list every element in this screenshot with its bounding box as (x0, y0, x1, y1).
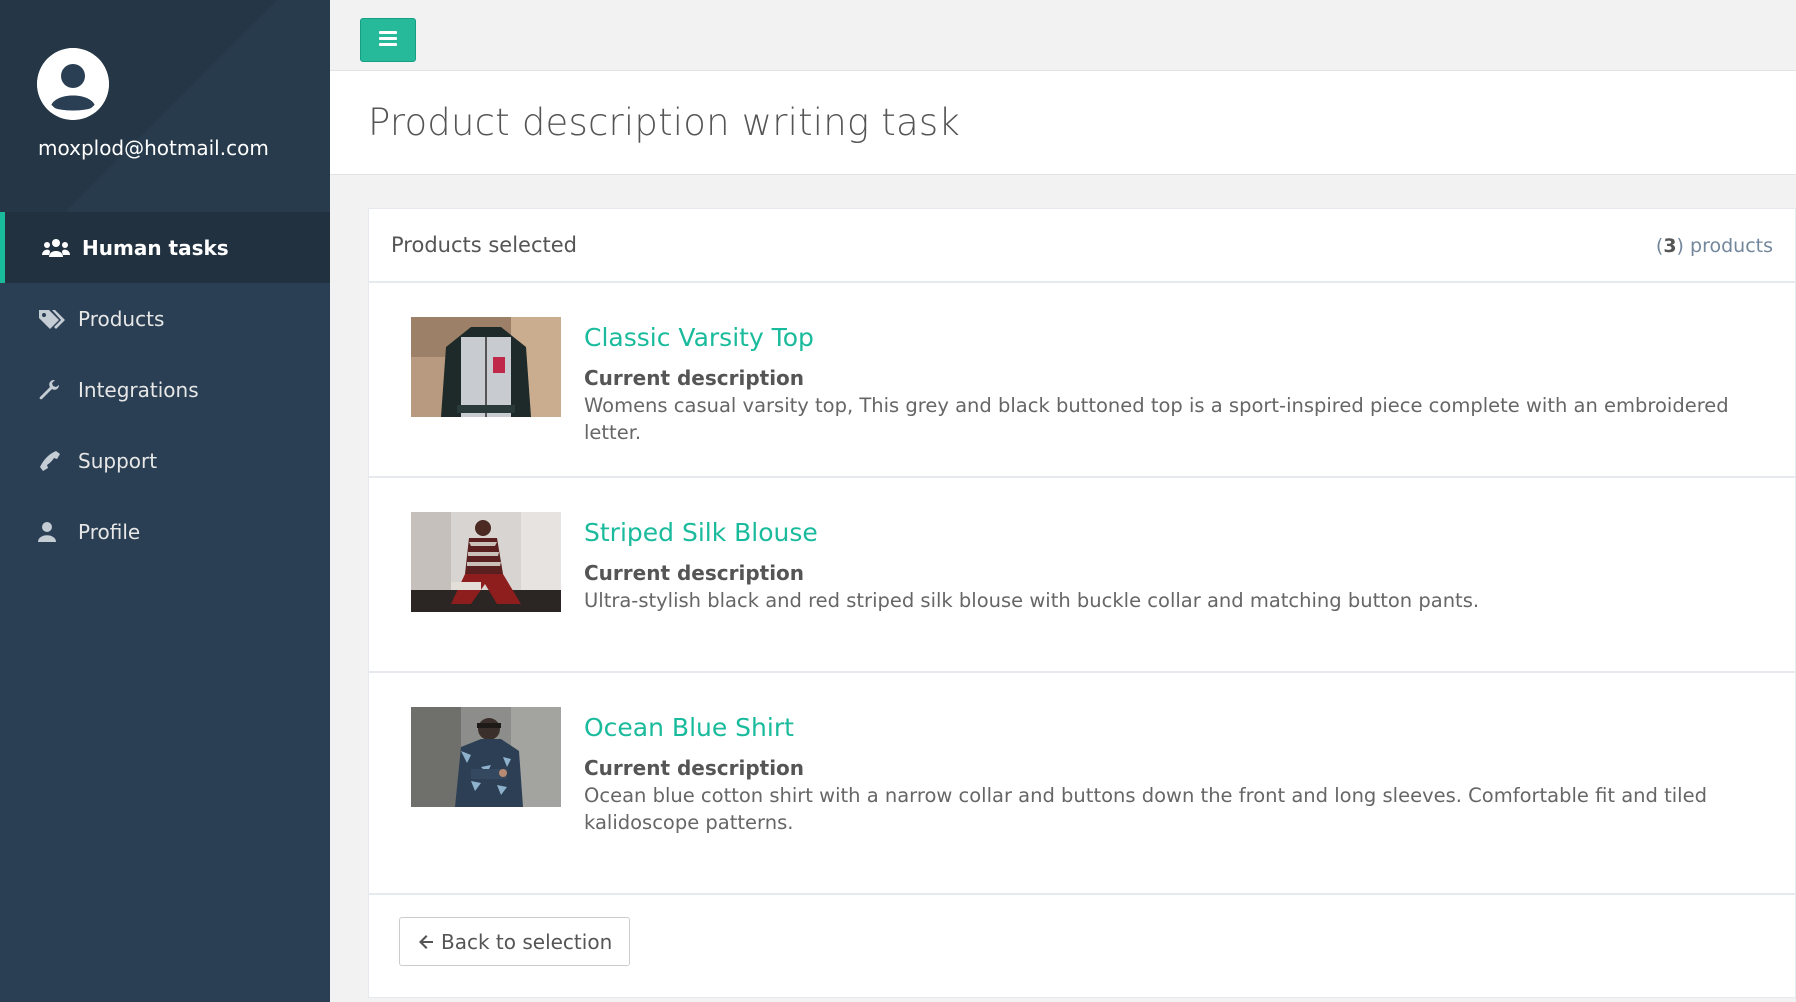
product-image[interactable] (411, 317, 561, 417)
user-avatar-icon (37, 48, 109, 120)
product-image[interactable] (411, 707, 561, 807)
users-icon (42, 236, 72, 260)
product-count: (3) products (1655, 235, 1773, 257)
top-nav (330, 0, 1796, 71)
product-image[interactable] (411, 512, 561, 612)
description-label: Current description (584, 366, 805, 390)
sidebar-item-profile[interactable]: Profile (0, 496, 330, 567)
product-item: Ocean Blue Shirt Current description Oce… (369, 673, 1795, 895)
product-count-suffix: products (1683, 235, 1773, 257)
sidebar-nav: Human tasks Products Integrations Suppor… (0, 212, 330, 567)
sidebar-item-label: Products (78, 306, 165, 331)
panel-footer: Back to selection (369, 895, 1795, 997)
description-label: Current description (584, 756, 805, 780)
page-header: Product description writing task (330, 71, 1796, 175)
sidebar-item-label: Support (78, 448, 158, 473)
user-email: moxplod@hotmail.com (38, 136, 269, 160)
sidebar: moxplod@hotmail.com Human tasks Products… (0, 0, 330, 1002)
panel-title: Products selected (391, 233, 577, 257)
tags-icon (38, 307, 68, 331)
panel-header: Products selected (3) products (369, 209, 1795, 283)
phone-icon (38, 449, 68, 473)
product-name-link[interactable]: Striped Silk Blouse (584, 518, 1755, 547)
product-description: Ultra-stylish black and red striped silk… (584, 589, 1480, 612)
product-item: Classic Varsity Top Current description … (369, 283, 1795, 478)
arrow-left-icon (417, 933, 435, 951)
avatar[interactable] (37, 48, 109, 120)
product-item: Striped Silk Blouse Current description … (369, 478, 1795, 673)
sidebar-item-support[interactable]: Support (0, 425, 330, 496)
product-details: Striped Silk Blouse Current description … (584, 518, 1755, 614)
page-title: Product description writing task (368, 101, 960, 144)
sidebar-item-integrations[interactable]: Integrations (0, 354, 330, 425)
back-button-label: Back to selection (441, 929, 613, 954)
user-icon (38, 520, 68, 544)
product-count-number: 3 (1663, 235, 1677, 257)
product-name-link[interactable]: Classic Varsity Top (584, 323, 1755, 352)
menu-toggle-button[interactable] (360, 18, 416, 62)
sidebar-item-label: Integrations (78, 377, 199, 402)
back-to-selection-button[interactable]: Back to selection (399, 917, 631, 966)
app-root: moxplod@hotmail.com Human tasks Products… (0, 0, 1796, 1002)
product-details: Ocean Blue Shirt Current description Oce… (584, 713, 1755, 836)
description-label: Current description (584, 561, 805, 585)
sidebar-profile: moxplod@hotmail.com (0, 0, 330, 212)
product-name-link[interactable]: Ocean Blue Shirt (584, 713, 1755, 742)
sidebar-item-label: Profile (78, 519, 141, 544)
products-panel: Products selected (3) products Classic V… (368, 208, 1796, 998)
wrench-icon (38, 378, 68, 402)
bars-icon (378, 29, 398, 51)
sidebar-item-human-tasks[interactable]: Human tasks (0, 212, 330, 283)
product-description: Ocean blue cotton shirt with a narrow co… (584, 784, 1707, 834)
product-description: Womens casual varsity top, This grey and… (584, 394, 1729, 444)
product-details: Classic Varsity Top Current description … (584, 323, 1755, 446)
sidebar-item-products[interactable]: Products (0, 283, 330, 354)
sidebar-item-label: Human tasks (82, 235, 229, 260)
